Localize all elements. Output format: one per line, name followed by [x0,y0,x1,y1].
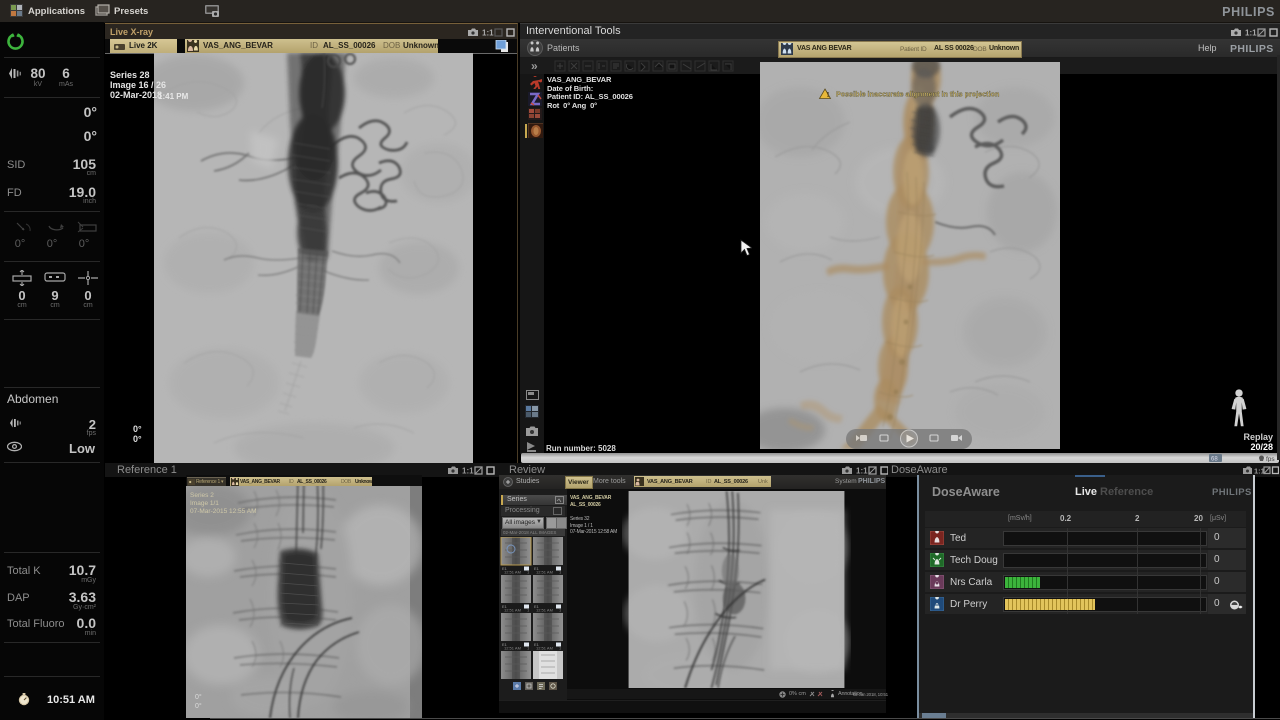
svg-text:fps: fps [1266,456,1275,462]
svg-text:Possible inaccurate alignment: Possible inaccurate alignment in this pr… [836,90,999,99]
svg-text:Image 1/1: Image 1/1 [190,500,219,507]
svg-text:1:1: 1:1 [482,29,494,38]
svg-text:Series 2: Series 2 [190,492,214,499]
svg-text:1:1: 1:1 [462,467,474,476]
svg-text:1:1: 1:1 [856,467,868,476]
svg-text:0°: 0° [195,693,202,701]
svg-text:68: 68 [1211,457,1218,463]
svg-text:0°: 0° [195,702,202,710]
svg-text:07-Mar-2015 12:55 AM: 07-Mar-2015 12:55 AM [190,508,256,515]
svg-text:1:1: 1:1 [1245,29,1257,38]
svg-text:!: ! [827,92,829,99]
svg-text:1:1: 1:1 [1254,467,1265,476]
